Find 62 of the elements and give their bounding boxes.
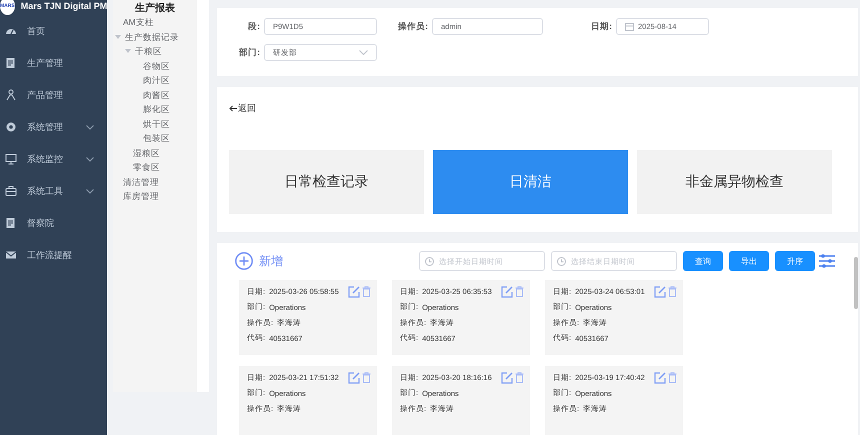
edit-icon <box>501 372 513 384</box>
trash-icon <box>515 286 524 298</box>
record-type-tab[interactable]: 日常检查记录 <box>229 150 424 214</box>
mail-icon <box>5 249 17 261</box>
edit-icon <box>348 372 360 384</box>
chevron-down-icon <box>359 50 368 55</box>
tree-item[interactable]: 肉汁区 <box>143 73 170 88</box>
record-type-tab[interactable]: 日清洁 <box>433 150 628 214</box>
document-icon <box>5 57 17 69</box>
tree-item[interactable]: 湿粮区 <box>133 146 160 160</box>
sidebar-item[interactable]: 督察院 <box>0 207 107 239</box>
scrollbar[interactable] <box>854 257 858 309</box>
trash-icon <box>362 286 371 298</box>
document-icon <box>5 217 17 229</box>
trash-icon <box>362 372 371 384</box>
field-label: 日期: <box>590 20 612 32</box>
sidebar-item[interactable]: 系统工具 <box>0 175 107 207</box>
field-label: 部门: <box>238 46 260 58</box>
plus-circle-icon <box>235 252 253 270</box>
calendar-icon <box>625 22 634 31</box>
tree-item[interactable]: 生产数据记录 <box>125 30 179 44</box>
tree-item[interactable]: 肉酱区 <box>143 88 170 102</box>
trash-icon <box>515 372 524 384</box>
add-button[interactable]: 新增 <box>235 252 283 270</box>
trash-icon <box>668 372 677 384</box>
tree-item[interactable]: 库房管理 <box>123 189 159 204</box>
person-icon <box>5 89 17 101</box>
field-label: 段: <box>246 20 260 32</box>
tree-item[interactable]: 零食区 <box>133 160 160 174</box>
edit-icon <box>501 286 513 298</box>
field-label: 操作员: <box>396 20 428 32</box>
sidebar-item[interactable]: 系统监控 <box>0 143 107 175</box>
toolbox-icon <box>5 185 17 197</box>
edit-icon <box>654 286 666 298</box>
sidebar-item[interactable]: 生产管理 <box>0 47 107 79</box>
tree-item[interactable]: 包装区 <box>143 131 170 146</box>
sliders-icon <box>818 253 836 269</box>
edit-icon <box>348 286 360 298</box>
toolbar-button[interactable]: 查询 <box>683 251 723 271</box>
toolbar-button[interactable]: 导出 <box>729 251 769 271</box>
toolbar-button[interactable]: 升序 <box>775 251 815 271</box>
sidebar-item[interactable]: 首页 <box>0 15 107 47</box>
clock-icon <box>557 256 566 266</box>
record-type-tab[interactable]: 非金属异物检查 <box>637 150 832 214</box>
sidebar-item[interactable]: 工作流提醒 <box>0 239 107 271</box>
trash-icon <box>668 286 677 298</box>
clock-icon <box>425 256 434 266</box>
tree-item[interactable]: 烘干区 <box>143 116 170 131</box>
sidebar-item[interactable]: 系统管理 <box>0 111 107 143</box>
settings-icon <box>5 121 17 133</box>
tree-item[interactable]: 膨化区 <box>143 102 170 116</box>
app-title: Mars TJN Digital PM <box>20 1 108 11</box>
back-link[interactable]: 返回 <box>229 102 256 115</box>
edit-icon <box>654 372 666 384</box>
tree-item[interactable]: 谷物区 <box>143 58 170 73</box>
sidebar-item[interactable]: 产品管理 <box>0 79 107 111</box>
tree-item[interactable]: 清洁管理 <box>123 174 159 189</box>
tree-item[interactable]: AM支柱 <box>123 15 154 30</box>
monitor-icon <box>5 153 17 165</box>
arrow-left-icon <box>229 105 237 112</box>
tree-item[interactable]: 干粮区 <box>135 44 162 58</box>
tree-title: 生产报表 <box>134 2 176 15</box>
